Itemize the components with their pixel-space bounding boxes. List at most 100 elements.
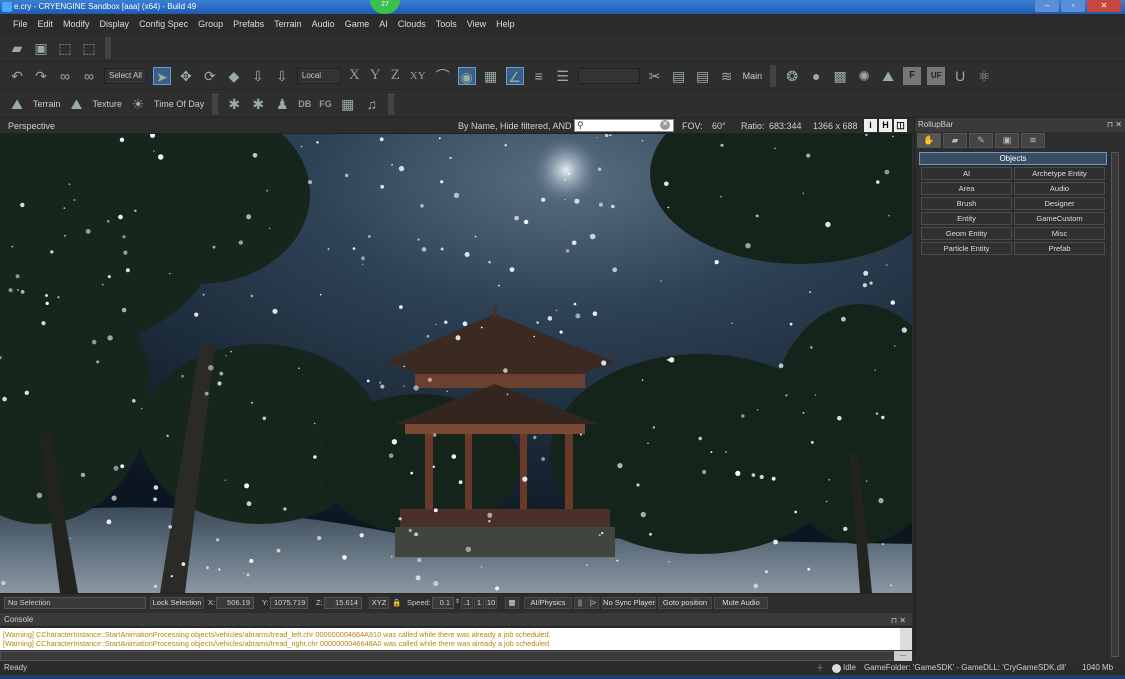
open-folder-icon[interactable]: ▰: [8, 39, 26, 57]
unlink-icon[interactable]: ∞: [80, 67, 98, 85]
redo-icon[interactable]: ↷: [32, 67, 50, 85]
object-gamecustom-button[interactable]: GameCustom: [1014, 212, 1105, 225]
lock-icon[interactable]: 🔒: [392, 598, 401, 607]
snap-object-icon[interactable]: ⇩: [273, 67, 291, 85]
rollup-scrollbar[interactable]: [1111, 152, 1119, 657]
tab-terrain-icon[interactable]: ▰: [943, 133, 967, 148]
menu-file[interactable]: File: [8, 19, 33, 29]
x-coordinate-field[interactable]: 506.19: [216, 597, 254, 609]
speed-1-button[interactable]: 1: [474, 597, 484, 609]
snap-terrain-icon[interactable]: ⇩: [249, 67, 267, 85]
track-view-icon[interactable]: ▦: [339, 95, 357, 113]
lock-selection-button[interactable]: Lock Selection: [150, 597, 204, 609]
object-audio-button[interactable]: Audio: [1014, 182, 1105, 195]
filter-label[interactable]: By Name, Hide filtered, AND: [458, 121, 572, 131]
axis-xy-button[interactable]: XY: [410, 70, 426, 82]
object-prefab-button[interactable]: Prefab: [1014, 242, 1105, 255]
tab-objects-icon[interactable]: ✋: [917, 133, 941, 148]
console-input[interactable]: [0, 651, 900, 661]
tab-modeling-icon[interactable]: ✎: [969, 133, 993, 148]
export-selected-icon[interactable]: ⬚: [80, 39, 98, 57]
toolbar-grip[interactable]: [387, 92, 394, 115]
object-ai-button[interactable]: AI: [921, 167, 1012, 180]
coord-system-dropdown[interactable]: Local: [296, 67, 341, 84]
align-icon[interactable]: ≡: [530, 67, 548, 85]
time-of-day-button[interactable]: Time Of Day: [154, 99, 204, 109]
console-scrollbar[interactable]: [900, 628, 912, 650]
ai-physics-button[interactable]: AI/Physics: [524, 597, 572, 609]
speed-10-button[interactable]: 10: [485, 597, 497, 609]
menu-terrain[interactable]: Terrain: [269, 19, 307, 29]
axis-y-button[interactable]: Y: [370, 67, 381, 84]
perspective-viewport[interactable]: [0, 134, 912, 593]
atom-icon[interactable]: ⚛: [975, 67, 993, 85]
viewport-search-input[interactable]: [574, 119, 674, 132]
menu-clouds[interactable]: Clouds: [393, 19, 431, 29]
menu-help[interactable]: Help: [491, 19, 520, 29]
toolbar-grip[interactable]: [105, 36, 111, 59]
y-coordinate-field[interactable]: 1075.719: [270, 597, 308, 609]
tools-icon[interactable]: ✂: [646, 67, 664, 85]
tab-layers-icon[interactable]: ≋: [1021, 133, 1045, 148]
menu-modify[interactable]: Modify: [58, 19, 95, 29]
object-particle-entity-button[interactable]: Particle Entity: [921, 242, 1012, 255]
object-misc-button[interactable]: Misc: [1014, 227, 1105, 240]
terrain-icon[interactable]: ⛰: [8, 95, 26, 113]
menu-tools[interactable]: Tools: [431, 19, 462, 29]
angle-snap-icon[interactable]: ∠: [505, 66, 524, 85]
layers-icon[interactable]: ≋: [718, 67, 736, 85]
rotate-icon[interactable]: ⟳: [201, 67, 219, 85]
close-button[interactable]: ✕: [1087, 0, 1121, 12]
toolbar-grip[interactable]: [212, 92, 219, 115]
object-geom-entity-button[interactable]: Geom Entity: [921, 227, 1012, 240]
speed-spinner-icon[interactable]: ⇕: [455, 598, 460, 605]
view-icon[interactable]: ◉: [457, 66, 476, 85]
object-entity-button[interactable]: Entity: [921, 212, 1012, 225]
fov-value[interactable]: 60°: [712, 121, 726, 131]
link-icon[interactable]: ∞: [56, 67, 74, 85]
vegetation-icon[interactable]: ⛰: [879, 67, 897, 85]
menu-view[interactable]: View: [462, 19, 491, 29]
helpers-button[interactable]: H: [879, 119, 892, 132]
pin-icon[interactable]: ⊓ ✕: [1107, 118, 1122, 132]
speed-0-1-button[interactable]: .1: [461, 597, 473, 609]
terrain-button[interactable]: Terrain: [33, 99, 61, 109]
step-button[interactable]: |>: [587, 597, 599, 609]
move-icon[interactable]: ✥: [177, 67, 195, 85]
terrain-collision-icon[interactable]: ▦: [505, 597, 519, 609]
clear-search-icon[interactable]: ✕: [660, 120, 670, 130]
layer-label[interactable]: Main: [743, 71, 763, 81]
toolbar-grip[interactable]: [770, 64, 777, 87]
xyz-button[interactable]: XYZ: [369, 597, 389, 609]
axis-z-button[interactable]: Z: [391, 67, 400, 84]
camera-icon[interactable]: ▤: [670, 67, 688, 85]
character-icon[interactable]: ✱: [249, 95, 267, 113]
console-output[interactable]: [Warning] CCharacterInstance::StartAnima…: [0, 628, 900, 650]
particles-icon[interactable]: ✺: [855, 67, 873, 85]
grid-icon[interactable]: ▦: [482, 67, 500, 85]
menu-config-spec[interactable]: Config Spec: [134, 19, 193, 29]
texture-button[interactable]: Texture: [93, 99, 123, 109]
tab-display-icon[interactable]: ▣: [995, 133, 1019, 148]
undo-icon[interactable]: ↶: [8, 67, 26, 85]
scale-icon[interactable]: ◆: [225, 67, 243, 85]
music-icon[interactable]: ♫: [363, 95, 381, 113]
object-area-button[interactable]: Area: [921, 182, 1012, 195]
object-designer-button[interactable]: Designer: [1014, 197, 1105, 210]
goto-position-button[interactable]: Goto position: [658, 597, 712, 609]
menu-prefabs[interactable]: Prefabs: [228, 19, 269, 29]
menu-audio[interactable]: Audio: [307, 19, 340, 29]
terrain-snap-icon[interactable]: ⌒: [434, 67, 452, 85]
material-icon[interactable]: ✱: [225, 95, 243, 113]
z-coordinate-field[interactable]: 15.614: [324, 597, 362, 609]
list-icon[interactable]: ☰: [554, 67, 572, 85]
menu-group[interactable]: Group: [193, 19, 228, 29]
pin-icon[interactable]: ⊓ ✕: [891, 614, 906, 628]
object-brush-button[interactable]: Brush: [921, 197, 1012, 210]
texture-icon[interactable]: ⛰: [68, 95, 86, 113]
maximize-viewport-icon[interactable]: ◫: [894, 119, 907, 132]
console-more-button[interactable]: ...: [894, 651, 912, 661]
minimize-button[interactable]: –: [1035, 0, 1059, 12]
menu-display[interactable]: Display: [95, 19, 135, 29]
menu-edit[interactable]: Edit: [33, 19, 59, 29]
